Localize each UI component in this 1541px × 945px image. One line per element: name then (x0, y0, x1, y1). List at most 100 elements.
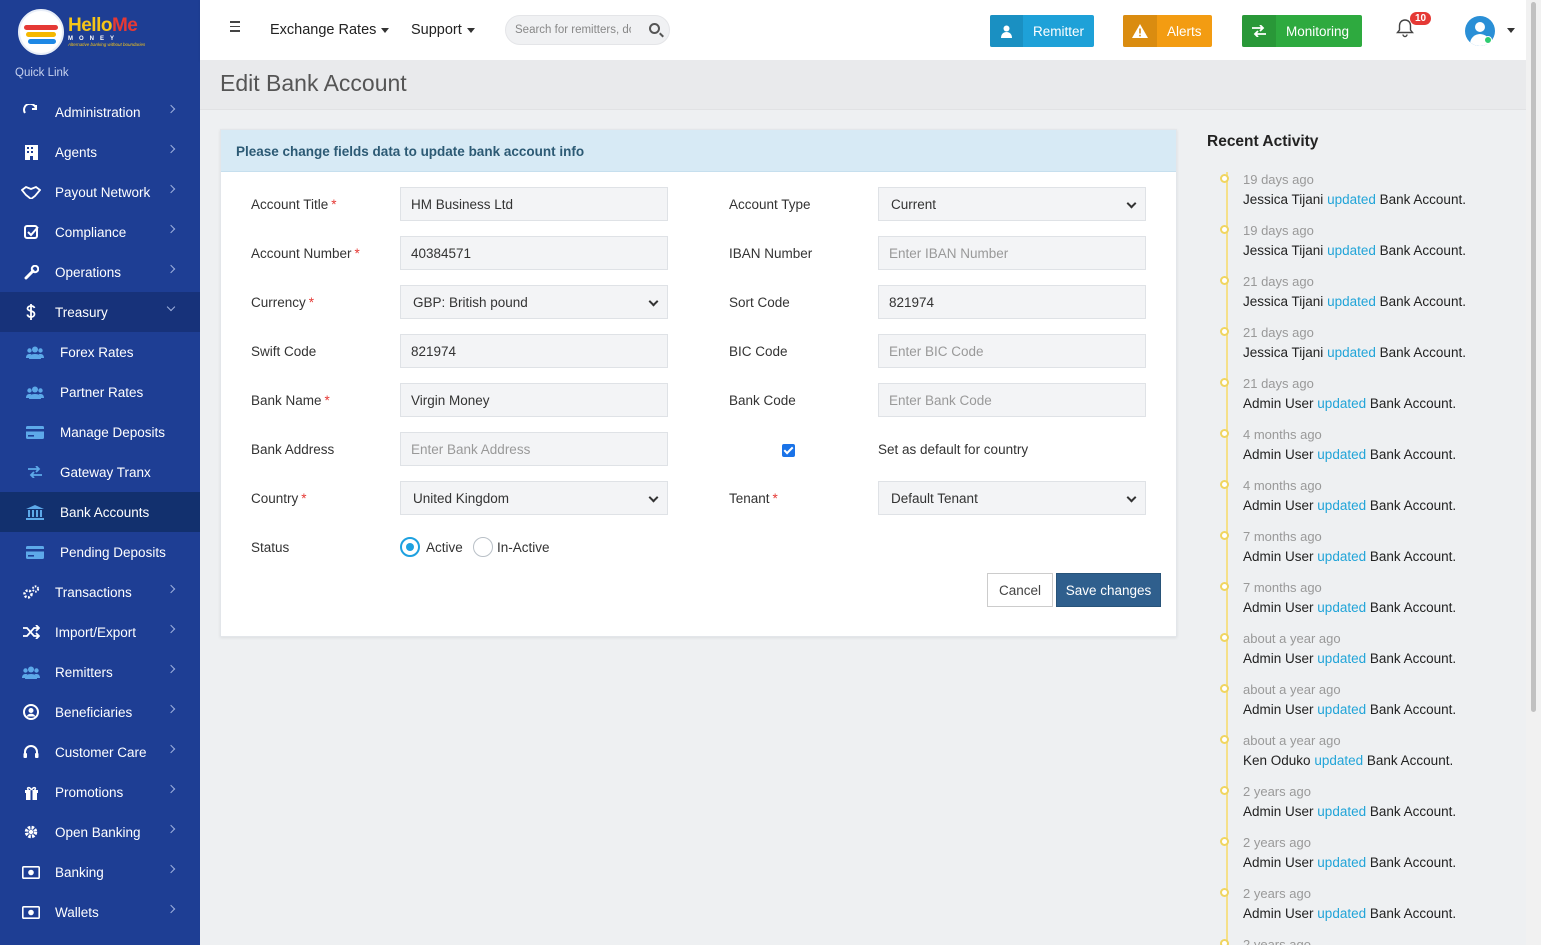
activity-item: 2 years ago Admin User updated Bank Accou… (1220, 834, 1513, 874)
money-icon (20, 864, 42, 880)
page-header: Edit Bank Account (200, 60, 1526, 110)
sidebar-item-open-banking[interactable]: Open Banking (0, 812, 200, 852)
iban-field[interactable] (878, 236, 1146, 270)
activity-item: 19 days ago Jessica Tijani updated Bank A… (1220, 171, 1513, 211)
activity-action[interactable]: updated (1317, 447, 1366, 462)
gift-icon (20, 784, 42, 800)
activity-user: Admin User (1243, 906, 1314, 921)
remitter-button-label: Remitter (1032, 23, 1084, 39)
status-active-radio[interactable] (400, 537, 420, 557)
account-title-field[interactable] (400, 187, 668, 221)
sidebar-item-promotions[interactable]: Promotions (0, 772, 200, 812)
timeline-dot (1220, 735, 1229, 744)
default-country-checkbox[interactable] (782, 444, 795, 457)
support-label: Support (411, 22, 462, 38)
activity-object: Bank Account. (1379, 294, 1466, 309)
bank-address-field[interactable] (400, 432, 668, 466)
activity-action[interactable]: updated (1327, 345, 1376, 360)
currency-select[interactable]: GBP: British pound (400, 285, 668, 319)
activity-action[interactable]: updated (1317, 804, 1366, 819)
monitoring-button[interactable]: Monitoring (1242, 15, 1362, 47)
status-inactive-label[interactable]: In-Active (497, 540, 550, 555)
account-title-label-text: Account Title (251, 197, 329, 212)
search-input[interactable] (506, 16, 631, 44)
scrollbar-thumb[interactable] (1531, 2, 1536, 712)
gear-icon (20, 824, 42, 840)
sidebar-item-beneficiaries[interactable]: Beneficiaries (0, 692, 200, 732)
save-changes-button[interactable]: Save changes (1056, 573, 1161, 607)
activity-object: Bank Account. (1366, 753, 1454, 768)
activity-text: Admin User updated Bank Account. (1243, 546, 1513, 568)
activity-action[interactable]: updated (1317, 855, 1366, 870)
status-inactive-radio[interactable] (473, 537, 493, 557)
alerts-button[interactable]: Alerts (1123, 15, 1212, 47)
activity-action[interactable]: updated (1317, 498, 1366, 513)
status-active-label[interactable]: Active (426, 540, 463, 555)
remitter-button[interactable]: Remitter (990, 15, 1094, 47)
activity-action[interactable]: updated (1317, 600, 1366, 615)
activity-action[interactable]: updated (1327, 294, 1376, 309)
sidebar-subitem-partner-rates[interactable]: Partner Rates (0, 372, 200, 412)
bic-code-field[interactable] (878, 334, 1146, 368)
chevron-down-icon (1126, 492, 1137, 503)
bank-code-field[interactable] (878, 383, 1146, 417)
activity-action[interactable]: updated (1327, 243, 1376, 258)
sidebar-item-compliance[interactable]: Compliance (0, 212, 200, 252)
sidebar-subitem-manage-deposits[interactable]: Manage Deposits (0, 412, 200, 452)
required-marker: * (331, 197, 337, 212)
exchange-icon (1242, 15, 1276, 47)
activity-time: 2 years ago (1243, 886, 1311, 901)
activity-action[interactable]: updated (1317, 549, 1366, 564)
caret-down-icon[interactable] (1507, 28, 1515, 33)
activity-object: Bank Account. (1379, 192, 1466, 207)
cancel-button[interactable]: Cancel (987, 573, 1053, 607)
support-menu[interactable]: Support (411, 22, 475, 38)
form-header: Please change fields data to update bank… (221, 130, 1176, 172)
sidebar-subitem-forex-rates[interactable]: Forex Rates (0, 332, 200, 372)
activity-user: Ken Oduko (1243, 753, 1311, 768)
account-type-select[interactable]: Current (878, 187, 1146, 221)
sidebar-item-treasury[interactable]: Treasury (0, 292, 200, 332)
sidebar-item-label: Administration (55, 104, 141, 120)
sidebar-subitem-bank-accounts[interactable]: Bank Accounts (0, 492, 200, 532)
logo[interactable]: HelloMe MONEY Alternative banking withou… (18, 9, 145, 55)
activity-action[interactable]: updated (1317, 651, 1366, 666)
activity-item: 2 years ago (1220, 936, 1513, 945)
timeline-dot (1220, 633, 1229, 642)
activity-user: Admin User (1243, 855, 1314, 870)
page-scrollbar[interactable] (1526, 0, 1541, 945)
sidebar-item-label: Gateway Tranx (60, 464, 151, 480)
sidebar-subitem-pending-deposits[interactable]: Pending Deposits (0, 532, 200, 572)
hamburger-menu-icon[interactable] (230, 21, 240, 35)
bank-name-field[interactable] (400, 383, 668, 417)
sidebar-item-import-export[interactable]: Import/Export (0, 612, 200, 652)
sidebar-item-customer-care[interactable]: Customer Care (0, 732, 200, 772)
country-select[interactable]: United Kingdom (400, 481, 668, 515)
sidebar-item-operations[interactable]: Operations (0, 252, 200, 292)
iban-label: IBAN Number (729, 246, 813, 261)
swift-code-field[interactable] (400, 334, 668, 368)
account-number-field[interactable] (400, 236, 668, 270)
activity-object: Bank Account. (1369, 600, 1457, 615)
activity-action[interactable]: updated (1317, 396, 1366, 411)
sidebar-item-administration[interactable]: Administration (0, 92, 200, 132)
tenant-select[interactable]: Default Tenant (878, 481, 1146, 515)
sidebar-item-banking[interactable]: Banking (0, 852, 200, 892)
sidebar-item-wallets[interactable]: Wallets (0, 892, 200, 932)
search-icon[interactable] (649, 23, 660, 34)
activity-time: about a year ago (1243, 682, 1341, 697)
money-icon (20, 904, 42, 920)
sidebar-item-payout-network[interactable]: Payout Network (0, 172, 200, 212)
sidebar-item-transactions[interactable]: Transactions (0, 572, 200, 612)
recent-activity-panel: Recent Activity 19 days ago Jessica Tijan… (1195, 120, 1515, 945)
exchange-rates-menu[interactable]: Exchange Rates (270, 22, 390, 38)
sidebar-item-remitters[interactable]: Remitters (0, 652, 200, 692)
activity-action[interactable]: updated (1317, 702, 1366, 717)
sidebar-item-agents[interactable]: Agents (0, 132, 200, 172)
sort-code-field[interactable] (878, 285, 1146, 319)
refresh-icon (20, 104, 42, 120)
activity-action[interactable]: updated (1314, 753, 1363, 768)
sidebar-subitem-gateway-tranx[interactable]: Gateway Tranx (0, 452, 200, 492)
activity-action[interactable]: updated (1327, 192, 1376, 207)
activity-action[interactable]: updated (1317, 906, 1366, 921)
